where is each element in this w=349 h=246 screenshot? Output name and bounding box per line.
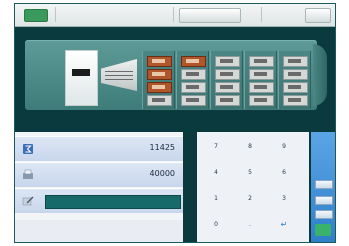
side-button[interactable] [315, 210, 333, 219]
cassette-slot[interactable] [147, 82, 172, 93]
cassette-slot[interactable] [215, 82, 240, 93]
header-divider [173, 7, 174, 22]
cassette-slot[interactable] [147, 69, 172, 80]
cash-dispenser-unit[interactable] [65, 50, 98, 106]
machine-end-cap [313, 44, 327, 106]
key-2[interactable]: 2 [235, 188, 265, 210]
key-5[interactable]: 5 [235, 162, 265, 184]
header-center-button[interactable] [179, 8, 241, 23]
cassette-slot[interactable] [283, 95, 308, 106]
sum-icon [23, 144, 33, 154]
key-9[interactable]: 9 [269, 136, 299, 158]
cassette-slot[interactable] [249, 69, 274, 80]
side-button[interactable] [315, 180, 333, 189]
cassette-slot[interactable] [283, 82, 308, 93]
cassette-slot[interactable] [249, 95, 274, 106]
counted-amount-row[interactable]: 11425 [15, 136, 183, 161]
cassette-column [210, 51, 243, 109]
cassette-slot[interactable] [181, 95, 206, 106]
cassette-column [142, 51, 175, 109]
cassette-slot[interactable] [147, 95, 172, 106]
cassette-slot[interactable] [215, 69, 240, 80]
amount-input[interactable] [45, 195, 181, 209]
device-frame: 11425 40000 7 8 9 4 5 6 1 2 3 0 . ↵ [0, 0, 349, 246]
cassette-slot[interactable] [215, 95, 240, 106]
total-amount-row[interactable]: 40000 [15, 162, 183, 187]
cassette-slot[interactable] [215, 56, 240, 67]
cassette-slot[interactable] [181, 56, 206, 67]
key-6[interactable]: 6 [269, 162, 299, 184]
cassette-column [176, 51, 209, 109]
cassette-slot[interactable] [147, 56, 172, 67]
numeric-keypad: 7 8 9 4 5 6 1 2 3 0 . ↵ [197, 132, 309, 242]
key-1[interactable]: 1 [201, 188, 231, 210]
cassette-column [278, 51, 311, 109]
side-function-panel [311, 132, 335, 242]
confirm-button[interactable] [315, 224, 331, 236]
cassette-slot[interactable] [249, 82, 274, 93]
dispenser-slot [72, 69, 90, 76]
side-button[interactable] [315, 196, 333, 205]
cassette-slot[interactable] [283, 69, 308, 80]
key-decimal[interactable]: . [235, 214, 265, 236]
enter-key[interactable]: ↵ [269, 214, 299, 236]
cassette-slot[interactable] [181, 69, 206, 80]
input-row[interactable] [15, 188, 183, 213]
key-7[interactable]: 7 [201, 136, 231, 158]
cassette-slot[interactable] [249, 56, 274, 67]
total-amount-value: 40000 [149, 169, 175, 178]
key-8[interactable]: 8 [235, 136, 265, 158]
key-4[interactable]: 4 [201, 162, 231, 184]
entry-footer [15, 220, 183, 242]
header-divider [261, 7, 262, 22]
cassette-column [244, 51, 277, 109]
key-3[interactable]: 3 [269, 188, 299, 210]
screen: 11425 40000 7 8 9 4 5 6 1 2 3 0 . ↵ [14, 3, 336, 243]
header-right-button[interactable] [305, 8, 331, 23]
edit-icon [22, 196, 34, 206]
top-bar [15, 4, 335, 27]
key-0[interactable]: 0 [201, 214, 231, 236]
header-divider [55, 7, 56, 22]
cassette-slot[interactable] [181, 82, 206, 93]
counted-amount-value: 11425 [149, 143, 175, 152]
amount-entry-panel: 11425 40000 [15, 132, 183, 242]
cassette-slot[interactable] [283, 56, 308, 67]
printer-icon [23, 169, 33, 179]
status-badge[interactable] [24, 9, 48, 22]
